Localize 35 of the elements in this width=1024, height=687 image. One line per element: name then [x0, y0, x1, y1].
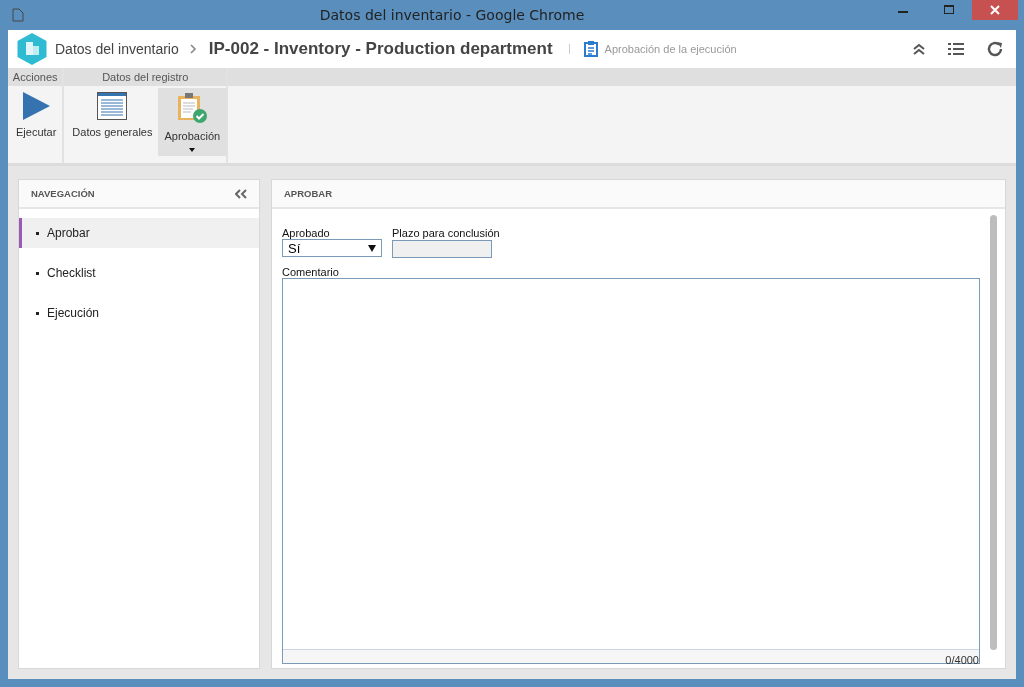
clipboard-icon: [583, 41, 598, 57]
double-chevron-up-icon[interactable]: [912, 42, 926, 56]
field-label: Aprobado: [282, 227, 331, 239]
panel-title: NAVEGACIÓN: [31, 188, 95, 199]
nav-item[interactable]: Checklist: [19, 258, 259, 288]
ribbon-button[interactable]: Datos generales: [66, 88, 159, 156]
record-title: IP-002 - Inventory - Production department: [208, 39, 553, 59]
ribbon-group-label: Datos del registro: [64, 68, 227, 86]
caret-down-icon: [368, 244, 376, 252]
character-counter: 0/4000: [945, 654, 979, 666]
nav-item[interactable]: Aprobar: [19, 218, 259, 248]
scrollbar-thumb[interactable]: [990, 215, 997, 650]
bullet-icon: [36, 231, 39, 235]
form-icon: [97, 92, 128, 120]
ribbon-button[interactable]: Ejecutar: [10, 88, 63, 156]
list-icon[interactable]: [948, 43, 964, 55]
approved-dropdown[interactable]: Sí: [282, 239, 382, 257]
field-label: Comentario: [282, 265, 340, 278]
close-icon[interactable]: [972, 0, 1018, 20]
field-label: Plazo para conclusión: [392, 227, 500, 239]
ribbon-button[interactable]: Aprobación: [158, 88, 227, 156]
collapse-icon[interactable]: [235, 188, 247, 199]
refresh-icon[interactable]: [986, 40, 1004, 58]
page-icon: [12, 8, 24, 22]
play-icon: [22, 92, 51, 120]
subtitle: Aprobación de la ejecución: [604, 43, 737, 55]
nav-item[interactable]: Ejecución: [19, 298, 259, 328]
clipboard-check-icon: [177, 92, 208, 124]
breadcrumb-link[interactable]: Datos del inventario: [55, 41, 179, 57]
window-title: Datos del inventario - Google Chrome: [318, 7, 586, 23]
bullet-icon: [36, 311, 39, 315]
panel-title: APROBAR: [284, 188, 333, 199]
ribbon-group-label: Acciones: [8, 68, 63, 86]
chevron-right-icon: [188, 44, 197, 54]
bullet-icon: [36, 271, 39, 275]
